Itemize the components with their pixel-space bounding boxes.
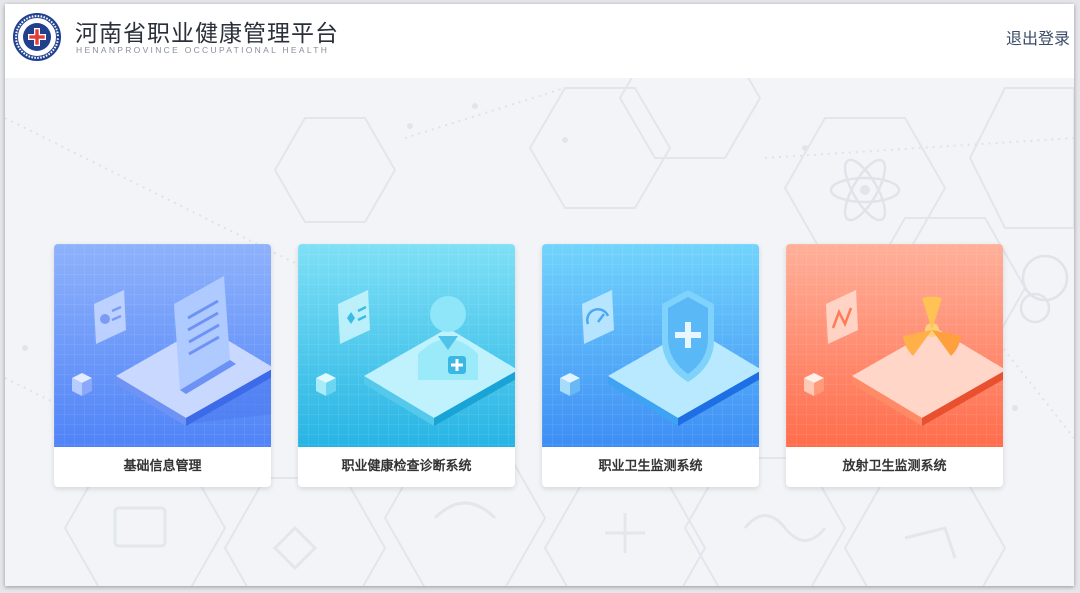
card-hygiene-monitor[interactable]: 职业卫生监测系统 — [542, 244, 759, 487]
card-radiation-monitor[interactable]: 放射卫生监测系统 — [786, 244, 1003, 487]
logo-icon — [13, 13, 61, 61]
page-subtitle: HENANPROVINCE OCCUPATIONAL HEALTH — [76, 45, 330, 55]
card-health-exam[interactable]: 职业健康检查诊断系统 — [298, 244, 515, 487]
card-label: 职业卫生监测系统 — [598, 459, 703, 474]
page-title: 河南省职业健康管理平台 — [75, 21, 339, 47]
shield-icon — [542, 244, 759, 447]
radiation-icon — [786, 244, 1003, 447]
card-basic-info[interactable]: 基础信息管理 — [54, 244, 271, 487]
card-label: 基础信息管理 — [123, 459, 202, 474]
logout-link[interactable]: 退出登录 — [1006, 25, 1070, 49]
app-window: 河南省职业健康管理平台 HENANPROVINCE OCCUPATIONAL H… — [5, 4, 1074, 586]
card-label: 职业健康检查诊断系统 — [341, 459, 472, 474]
document-icon — [54, 244, 271, 447]
doctor-icon — [298, 244, 515, 447]
card-label: 放射卫生监测系统 — [842, 459, 947, 474]
header: 河南省职业健康管理平台 HENANPROVINCE OCCUPATIONAL H… — [5, 4, 1074, 78]
